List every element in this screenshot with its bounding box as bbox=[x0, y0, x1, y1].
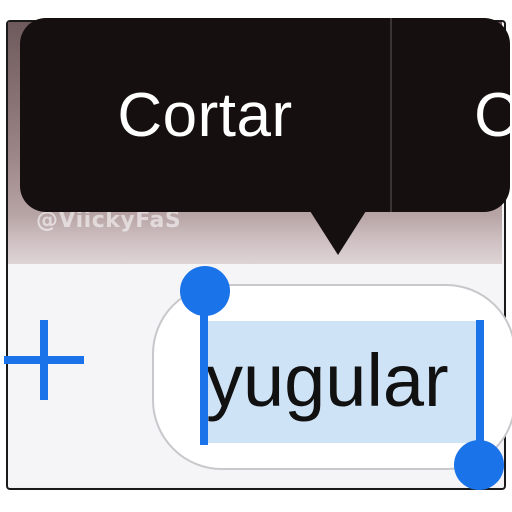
menu-pointer-arrow bbox=[310, 211, 366, 255]
selection-start-knob[interactable] bbox=[180, 266, 230, 316]
selection-end-knob[interactable] bbox=[454, 440, 504, 490]
selection-end-handle[interactable] bbox=[476, 320, 484, 456]
plus-icon[interactable] bbox=[4, 320, 84, 400]
selection-start-handle[interactable] bbox=[200, 305, 208, 445]
edit-context-menu: Cortar C bbox=[20, 18, 512, 212]
menu-item-cut-label: Cortar bbox=[117, 80, 293, 150]
message-input-text: yugular bbox=[206, 339, 449, 422]
menu-item-copy[interactable]: C bbox=[392, 18, 512, 212]
menu-item-cut[interactable]: Cortar bbox=[20, 18, 390, 212]
menu-item-copy-label: C bbox=[474, 81, 512, 150]
